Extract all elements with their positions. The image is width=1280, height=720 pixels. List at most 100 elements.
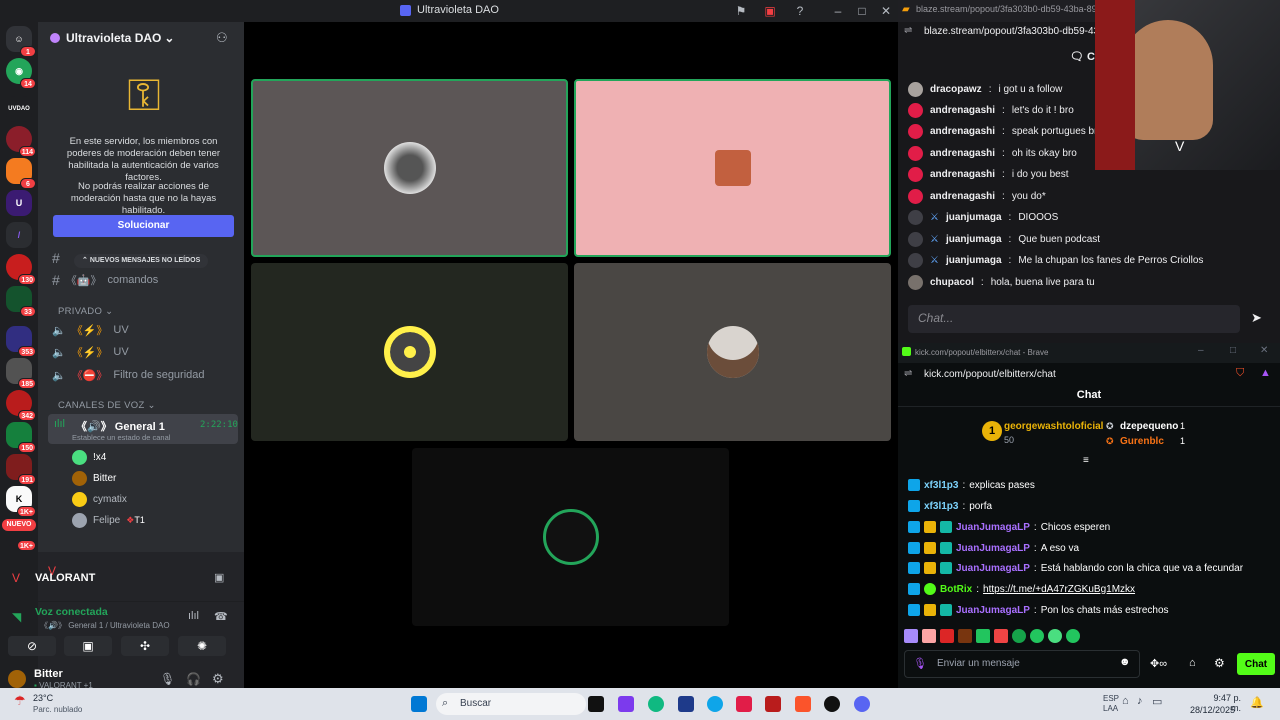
settings-gear-icon[interactable]: ⚙ [212, 671, 224, 687]
notifications-icon[interactable]: 🔔 [1250, 696, 1264, 709]
store-icon[interactable] [678, 696, 694, 712]
voice-user[interactable]: Felipe ❖T1 [72, 513, 145, 528]
edge-icon[interactable] [707, 696, 723, 712]
minimize-icon[interactable]: – [830, 3, 846, 19]
kick-message-input[interactable]: 🎙 Enviar un mensaje ☻ [904, 650, 1140, 678]
server-icon[interactable]: 130 [6, 254, 36, 285]
voice-channel-general-1[interactable]: ılıl 《🔊》 General 1 2:22:10 Establece un … [48, 414, 238, 444]
server-icon[interactable]: 33 [6, 286, 36, 317]
volume-icon[interactable]: ♪ [1137, 695, 1143, 707]
emote-icon[interactable] [922, 629, 936, 643]
network-icon[interactable]: ⌂ [1122, 695, 1129, 707]
server-icon[interactable]: 342 [6, 390, 36, 421]
server-icon[interactable]: UVDAO [6, 96, 32, 122]
soundboard-icon[interactable]: ✺ [178, 636, 226, 656]
help-icon[interactable]: ? [792, 3, 808, 19]
server-icon[interactable]: 6 [6, 158, 36, 189]
voice-user[interactable]: !x4 [72, 450, 106, 465]
server-icon[interactable]: 1K+ [6, 532, 36, 551]
start-icon[interactable] [411, 696, 427, 712]
disconnect-icon[interactable]: ☎ [214, 610, 228, 623]
emote-icon[interactable] [1048, 629, 1062, 643]
channel-item-comandos[interactable]: # 《🤖》 comandos [52, 272, 158, 288]
participant-tile[interactable] [574, 263, 891, 441]
activity-screen-icon[interactable]: ▣ [214, 571, 224, 584]
server-icon[interactable]: 150 [6, 422, 36, 453]
emote-icon[interactable] [976, 629, 990, 643]
app-icon[interactable] [765, 696, 781, 712]
fix-button[interactable]: Solucionar [53, 215, 234, 237]
participant-tile[interactable] [412, 448, 729, 626]
category-private[interactable]: PRIVADO ⌄ [58, 306, 113, 317]
brave-icon[interactable] [795, 696, 811, 712]
send-icon[interactable]: ➤ [1251, 310, 1262, 326]
activities-icon[interactable]: ✣ [121, 636, 169, 656]
camera-off-icon[interactable]: ⊘ [8, 636, 56, 656]
invite-people-icon[interactable]: ⚇ [216, 30, 228, 46]
microphone-icon[interactable]: 🎙 [913, 657, 927, 670]
emote-icon[interactable] [1030, 629, 1044, 643]
noise-suppression-icon[interactable]: ılıl [188, 610, 199, 622]
emote-icon[interactable] [904, 629, 918, 643]
voice-channel-filtro[interactable]: 🔈 《⛔》 Filtro de seguridad [52, 367, 205, 383]
pinned-toggle-icon[interactable]: ≡ [1083, 455, 1089, 466]
close-icon[interactable]: ✕ [1260, 345, 1268, 356]
server-icon[interactable]: 114 [6, 126, 36, 157]
voice-channel-uv[interactable]: 🔈 《⚡》 UV [52, 322, 129, 338]
direct-messages-icon[interactable]: ☺ 1 [6, 26, 36, 57]
server-icon[interactable]: 185 [6, 358, 36, 389]
address-bar[interactable]: kick.com/popout/elbitterx/chat [924, 369, 1056, 380]
server-icon[interactable]: / [6, 222, 32, 248]
language-indicator[interactable]: ESP LAA [1103, 694, 1119, 714]
microphone-icon[interactable]: 🎙 [160, 672, 175, 686]
address-bar[interactable]: blaze.stream/popout/3fa303b0-db59-43b [924, 26, 1105, 37]
app-icon[interactable] [736, 696, 752, 712]
emote-icon[interactable] [958, 629, 972, 643]
app-icon[interactable] [618, 696, 634, 712]
unread-pill[interactable]: ⌃ NUEVOS MENSAJES NO LEÍDOS [74, 254, 209, 268]
discord-icon[interactable] [854, 696, 870, 712]
store-icon[interactable]: ⌂ [1189, 657, 1196, 669]
participant-tile[interactable] [574, 79, 891, 257]
voice-user[interactable]: cymatix [72, 492, 127, 507]
emote-icon[interactable] [1066, 629, 1080, 643]
copilot-icon[interactable] [648, 696, 664, 712]
maximize-icon[interactable]: □ [1230, 345, 1236, 356]
server-icon[interactable]: K 1K+ [6, 486, 36, 517]
server-header[interactable]: Ultravioleta DAO ⌄ [38, 22, 244, 54]
category-voice[interactable]: CANALES DE VOZ ⌄ [58, 400, 156, 411]
maximize-icon[interactable]: □ [854, 3, 870, 19]
taskbar-search[interactable]: ⌕ Buscar [436, 693, 586, 715]
minimize-icon[interactable]: – [1198, 345, 1204, 356]
emote-icon[interactable] [940, 629, 954, 643]
task-view-icon[interactable] [588, 696, 604, 712]
brave-shield-icon[interactable]: ⛉ [1236, 367, 1244, 380]
battery-icon[interactable]: ▭ [1152, 695, 1162, 708]
chat-input[interactable]: Chat... [908, 305, 1240, 333]
chat-link[interactable]: https://t.me/+dA47rZGKuBg1Mzkx [983, 584, 1135, 595]
screen-share-icon[interactable]: ▣ [762, 3, 778, 19]
inbox-icon[interactable]: ⚑ [733, 3, 749, 19]
brave-rewards-icon[interactable]: ▲ [1260, 367, 1271, 379]
server-icon[interactable]: U [6, 190, 32, 216]
avatar[interactable] [8, 670, 26, 688]
participant-tile[interactable] [251, 263, 568, 441]
site-settings-icon[interactable]: ⇌ [904, 368, 912, 379]
server-icon[interactable]: 191 [6, 454, 36, 485]
voice-user[interactable]: Bitter [72, 471, 116, 486]
obs-icon[interactable] [824, 696, 840, 712]
server-icon[interactable]: ◉ 14 [6, 58, 36, 89]
emote-icon[interactable] [1012, 629, 1026, 643]
send-chat-button[interactable]: Chat [1237, 653, 1275, 675]
screen-share-button[interactable]: ▣ [64, 636, 112, 656]
close-icon[interactable]: ✕ [878, 3, 894, 19]
emoji-icon[interactable]: ☻ [1119, 656, 1131, 668]
channel-status[interactable]: Establece un estado de canal [72, 433, 170, 442]
emote-icon[interactable] [994, 629, 1008, 643]
site-settings-icon[interactable]: ⇌ [904, 25, 912, 36]
server-icon[interactable]: 353 [6, 326, 36, 357]
extension-icon[interactable]: ✥∞ [1150, 657, 1167, 670]
settings-gear-icon[interactable]: ⚙ [1214, 656, 1225, 670]
weather-icon[interactable]: ☂ [14, 693, 26, 709]
headphones-icon[interactable]: 🎧 [186, 672, 201, 686]
